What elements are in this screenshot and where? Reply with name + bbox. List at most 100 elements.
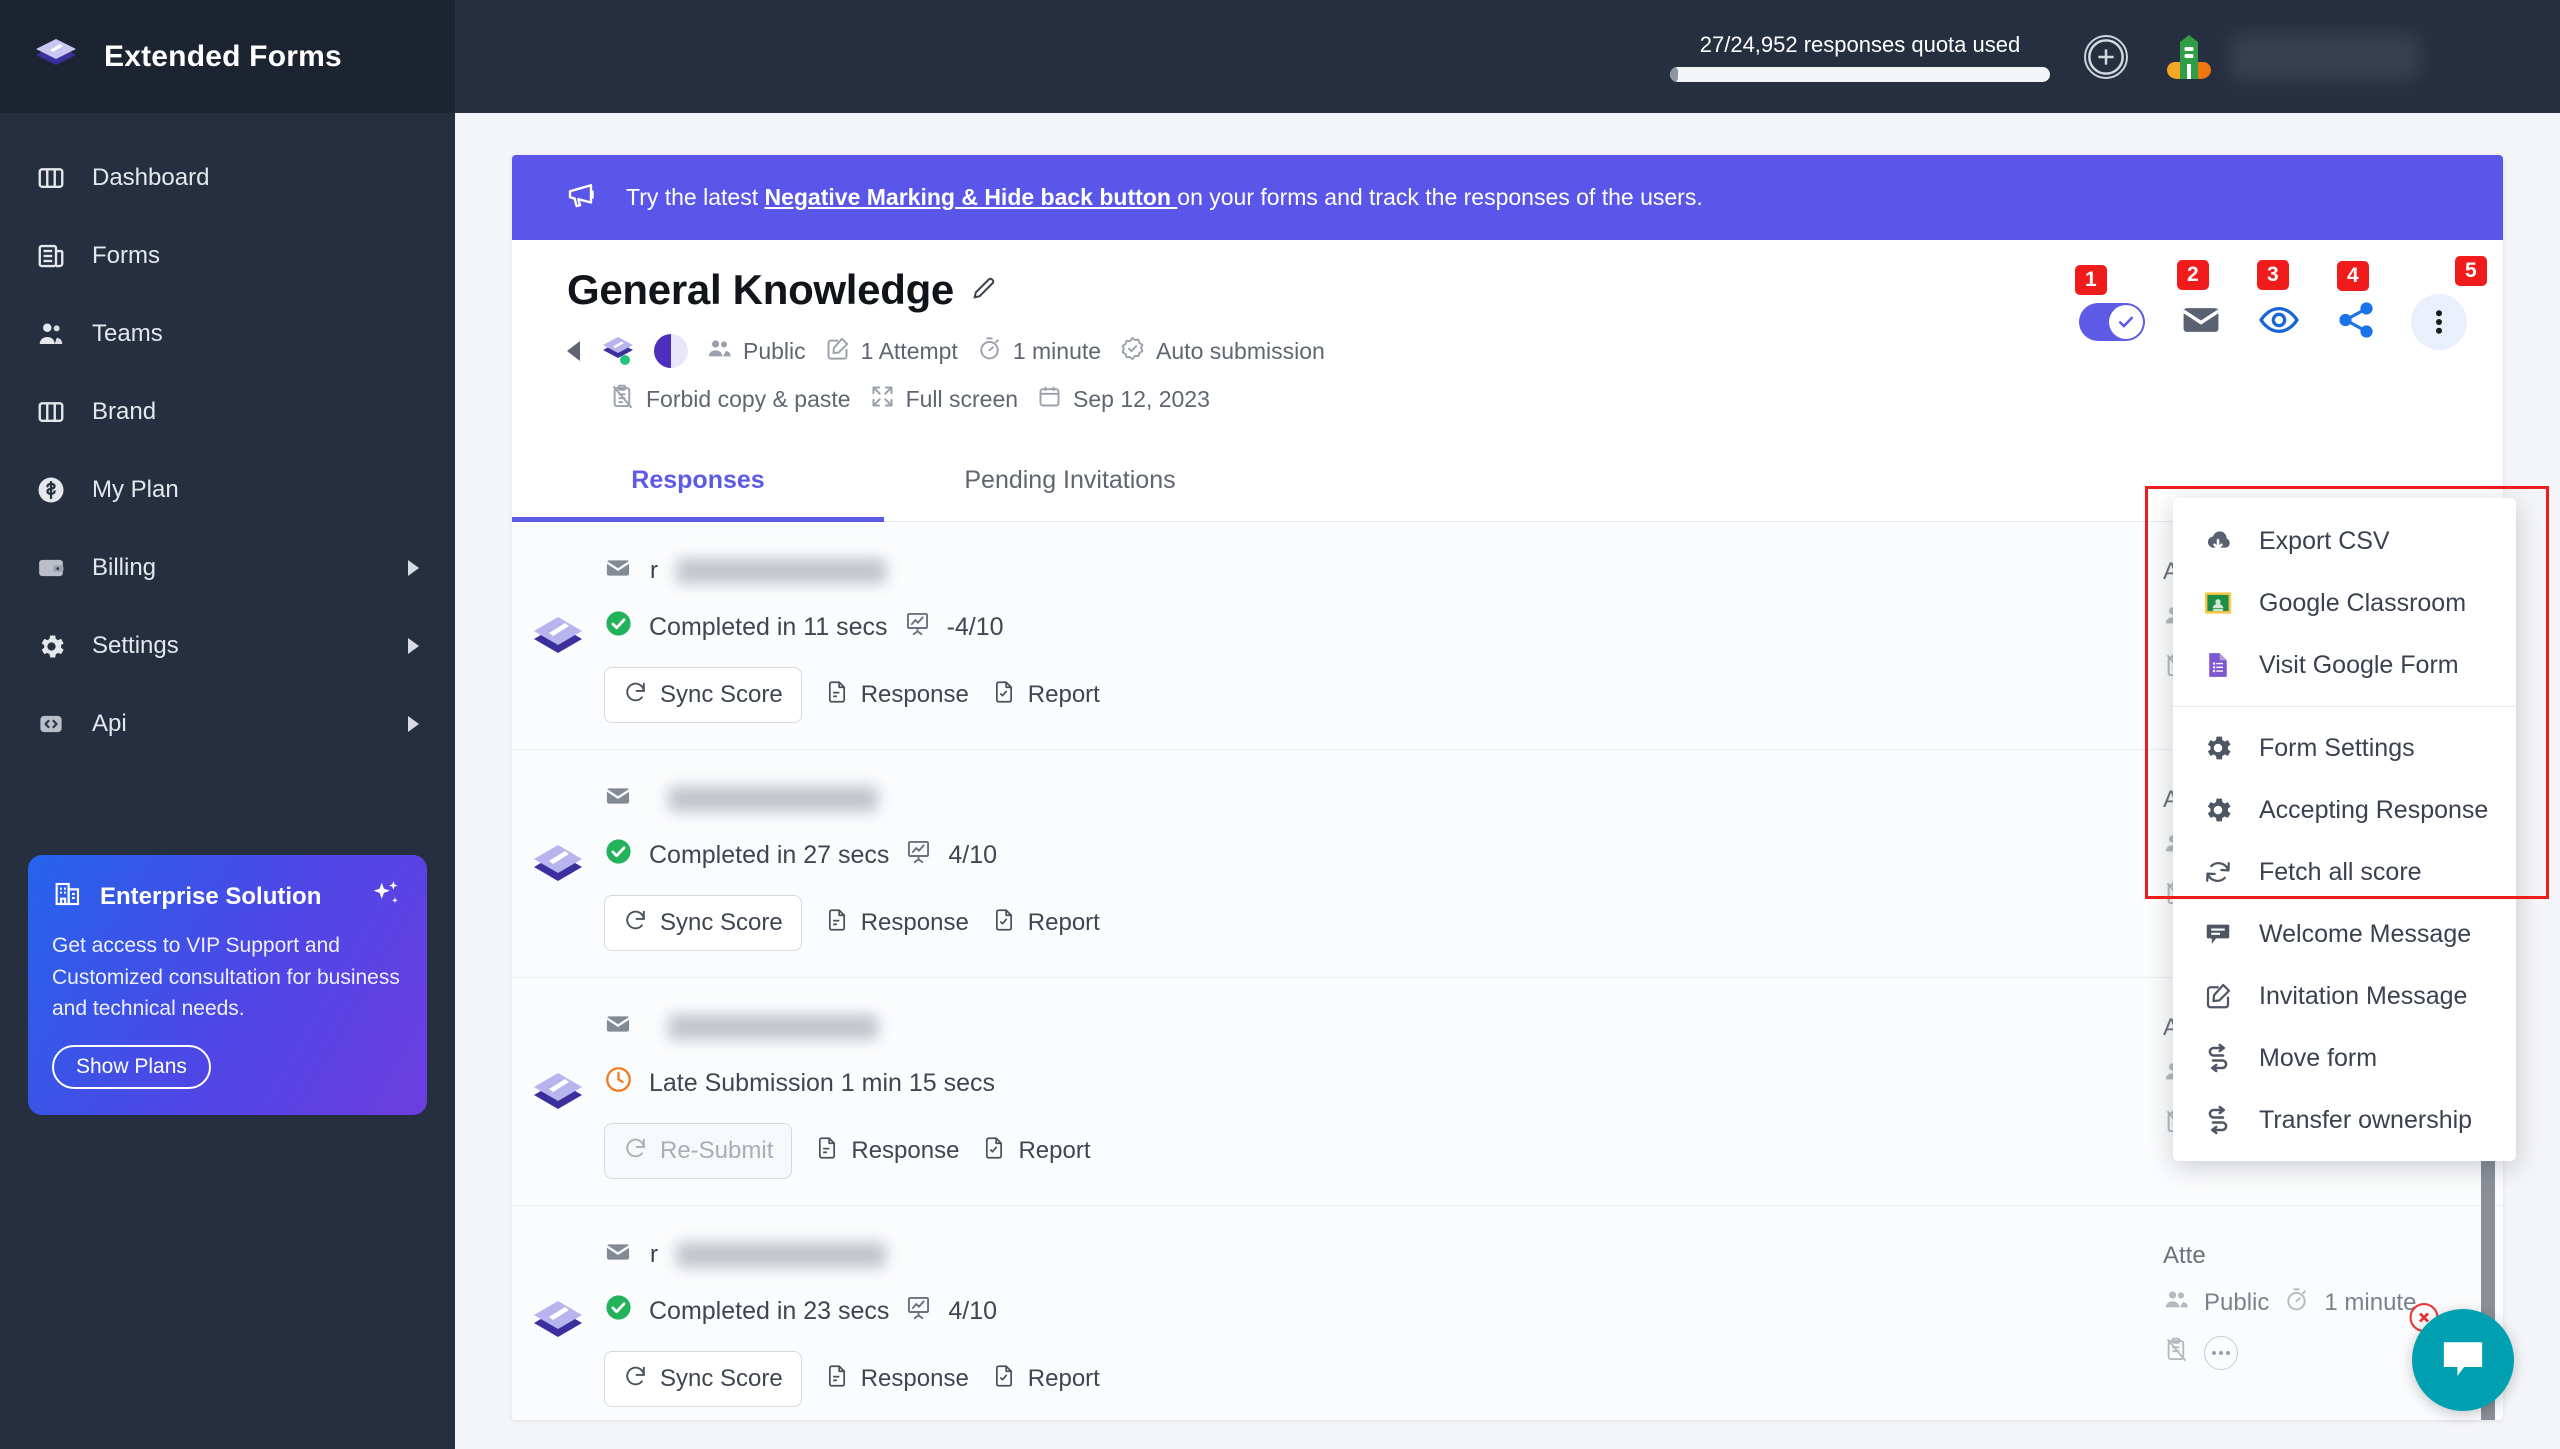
sync-score-button[interactable]: Sync Score [604,667,802,723]
menu-item-visit-google-form[interactable]: Visit Google Form [2173,634,2516,696]
form-header: General Knowledge [512,240,2503,434]
chat-bubble-icon [2436,1331,2490,1390]
menu-item-form-settings[interactable]: Form Settings [2173,717,2516,779]
toggle-on-check-icon[interactable] [2079,303,2145,341]
sidebar-item-dashboard[interactable]: Dashboard [0,139,455,217]
row-thumb [512,1232,604,1407]
message-icon [2201,917,2235,951]
sidebar-item-forms[interactable]: Forms [0,217,455,295]
report-link[interactable]: Report [991,1363,1100,1396]
sidebar-item-label: Dashboard [92,164,419,192]
document-check-icon [991,1363,1017,1396]
app-root: Extended Forms Dashboard Forms Teams [0,0,2560,1449]
menu-item-fetch-all-score[interactable]: Fetch all score [2173,841,2516,903]
chevron-right-icon [408,716,419,732]
menu-item-move-form[interactable]: Move form [2173,1027,2516,1089]
cloud-download-icon [2201,524,2235,558]
accepting-response-toggle[interactable]: 1 [2079,303,2145,341]
meta-label: Forbid copy & paste [646,386,851,413]
calendar-icon [1036,383,1063,416]
more-options-menu: Export CSV Google Classroom Visit Google… [2173,498,2516,1161]
row-body: Completed in 27 secs 4/10 [604,776,2163,951]
sidebar-item-api[interactable]: Api [0,685,455,763]
sidebar-item-settings[interactable]: Settings [0,607,455,685]
report-link[interactable]: Report [991,907,1100,940]
tab-responses[interactable]: Responses [512,442,884,521]
respondent-email: r [604,554,2163,587]
chevron-left-icon[interactable] [567,341,580,361]
menu-item-accepting-response[interactable]: Accepting Response [2173,779,2516,841]
tab-pending-invitations[interactable]: Pending Invitations [884,442,1256,521]
document-icon [814,1135,840,1168]
sync-score-button[interactable]: Sync Score [604,895,802,951]
form-doc-icon [527,1287,589,1353]
menu-item-invitation-message[interactable]: Invitation Message [2173,965,2516,1027]
quota-widget: 27/24,952 responses quota used [1670,32,2050,82]
megaphone-icon [564,177,600,219]
response-link[interactable]: Response [824,907,969,940]
document-check-icon [991,679,1017,712]
chat-widget-button[interactable] [2412,1309,2514,1411]
banner-link[interactable]: Negative Marking & Hide back button [764,184,1177,210]
envelope-icon [604,1010,632,1043]
report-link[interactable]: Report [981,1135,1090,1168]
response-link[interactable]: Response [814,1135,959,1168]
sidebar-item-billing[interactable]: Billing [0,529,455,607]
row-thumb [512,1004,604,1179]
quota-progress-fill [1670,67,1678,82]
pencil-icon[interactable] [970,274,998,307]
user-menu[interactable] [2162,30,2420,84]
response-link[interactable]: Response [824,679,969,712]
envelope-icon[interactable] [2179,298,2223,347]
form-toolbar: 1 2 [2079,294,2467,350]
toggle-knob [2109,305,2143,339]
plus-circle-icon[interactable] [2084,35,2128,79]
eye-icon[interactable] [2257,298,2301,347]
dot [2212,1351,2216,1355]
menu-item-google-classroom[interactable]: Google Classroom [2173,572,2516,634]
score-text: 4/10 [948,1297,997,1326]
sidebar-item-brand[interactable]: Brand [0,373,455,451]
announcement-banner: Try the latest Negative Marking & Hide b… [512,155,2503,240]
kebab-menu-icon[interactable] [2411,294,2467,350]
brand-header[interactable]: Extended Forms [0,0,455,113]
people-icon [706,335,733,368]
sidebar-item-my-plan[interactable]: My Plan [0,451,455,529]
menu-item-transfer-ownership[interactable]: Transfer ownership [2173,1089,2516,1151]
code-brackets-icon [34,707,68,741]
resubmit-button[interactable]: Re-Submit [604,1123,792,1179]
badge-2: 2 [2177,260,2209,290]
action-label: Report [1028,681,1100,709]
visibility-label: Public [2204,1289,2269,1317]
menu-divider [2173,706,2516,707]
top-header: 27/24,952 responses quota used [455,0,2560,113]
theme-color-swatch [654,334,688,368]
menu-item-export-csv[interactable]: Export CSV [2173,510,2516,572]
show-plans-button[interactable]: Show Plans [52,1045,211,1089]
report-link[interactable]: Report [991,679,1100,712]
row-actions: Re-Submit Response [604,1123,2163,1179]
menu-item-label: Invitation Message [2259,982,2467,1011]
sync-score-button[interactable]: Sync Score [604,1351,802,1407]
email-prefix: r [650,1241,658,1269]
email-button[interactable]: 2 [2179,298,2223,347]
clock-icon [604,1065,633,1101]
row-actions: Sync Score Response [604,667,2163,723]
chevron-right-icon [408,560,419,576]
more-options-button[interactable]: 5 [2411,294,2467,350]
share-icon[interactable] [2335,299,2377,346]
document-icon [824,679,850,712]
menu-item-label: Export CSV [2259,527,2390,556]
meta-duration: 1 minute [976,335,1101,368]
row-actions: Sync Score Response [604,895,2163,951]
response-link[interactable]: Response [824,1363,969,1396]
menu-item-welcome-message[interactable]: Welcome Message [2173,903,2516,965]
share-button[interactable]: 4 [2335,299,2377,346]
form-doc-icon [527,831,589,897]
enterprise-solution-card: Enterprise Solution Get access to VIP Su… [28,855,427,1115]
row-more-options-button[interactable] [2204,1336,2238,1370]
preview-button[interactable]: 3 [2257,298,2301,347]
meta-visibility: Public [706,335,806,368]
sidebar-item-teams[interactable]: Teams [0,295,455,373]
status-text: Late Submission 1 min 15 secs [649,1069,995,1098]
